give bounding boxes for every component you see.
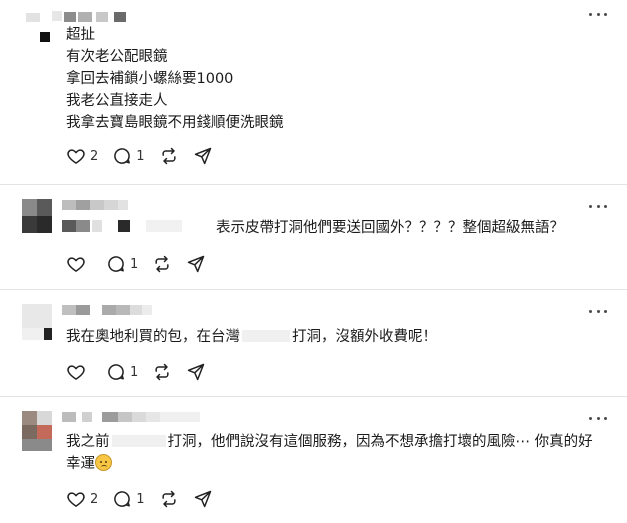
comment-icon <box>108 364 124 380</box>
action-bar: 1 <box>66 254 220 274</box>
share-icon <box>188 255 205 273</box>
comment-2: 表示皮帶打洞他們要送回國外？？？？整個超級無語？ 1 <box>0 185 627 289</box>
comment-text-a: 我在奧地利買的包，在台灣 <box>66 329 240 345</box>
share-icon <box>188 363 205 381</box>
repost-icon <box>155 255 169 273</box>
comment-line: 超扯 <box>66 27 95 43</box>
comment-text-c: 幸運 <box>66 456 95 472</box>
reply-count: 1 <box>130 364 139 380</box>
repost-button[interactable] <box>159 489 179 509</box>
heart-icon <box>67 257 85 272</box>
action-bar: 2 1 <box>66 146 227 166</box>
share-button[interactable] <box>193 489 213 509</box>
reply-button[interactable]: 1 <box>106 254 138 274</box>
username-pixelated <box>16 7 146 23</box>
heart-icon <box>67 149 85 164</box>
like-button[interactable] <box>66 362 86 382</box>
action-bar: 1 <box>66 362 220 382</box>
comment-icon <box>108 256 124 272</box>
like-count: 2 <box>90 491 99 507</box>
sad-face-emoji <box>95 454 112 471</box>
more-icon[interactable] <box>589 306 607 316</box>
repost-button[interactable] <box>152 254 172 274</box>
comment-line: 拿回去補鎖小螺絲要1000 <box>66 71 234 87</box>
like-count: 2 <box>90 148 99 164</box>
like-button[interactable] <box>66 254 86 274</box>
reply-count: 1 <box>136 491 145 507</box>
username-pixelated <box>62 198 182 232</box>
comment-text: 表示皮帶打洞他們要送回國外？？？？整個超級無語？ <box>216 220 564 236</box>
comment-1: 超扯 有次老公配眼鏡 拿回去補鎖小螺絲要1000 我老公直接走人 我拿去寶島眼鏡… <box>0 0 627 182</box>
comment-text: 我之前 打洞，他們說沒有這個服務，因為不想承擔打壞的風險⋯ 你真的好 幸運 <box>66 431 593 475</box>
comment-text: 超扯 有次老公配眼鏡 拿回去補鎖小螺絲要1000 我老公直接走人 我拿去寶島眼鏡… <box>66 24 284 134</box>
reply-count: 1 <box>136 148 145 164</box>
like-button[interactable]: 2 <box>66 489 98 509</box>
comment-4: 我之前 打洞，他們說沒有這個服務，因為不想承擔打壞的風險⋯ 你真的好 幸運 2 1 <box>0 397 627 523</box>
comment-text-a: 我之前 <box>66 434 110 450</box>
repost-button[interactable] <box>159 146 179 166</box>
avatar-pixelated <box>22 199 52 233</box>
share-button[interactable] <box>186 254 206 274</box>
share-icon <box>194 147 211 165</box>
comment-icon <box>114 491 131 507</box>
redacted-block <box>242 330 290 342</box>
comment-line: 幸運 <box>66 453 593 475</box>
reply-button[interactable]: 1 <box>112 489 145 509</box>
comment-line: 我拿去寶島眼鏡不用錢順便洗眼鏡 <box>66 115 284 131</box>
repost-button[interactable] <box>152 362 172 382</box>
avatar-pixelated <box>22 411 52 451</box>
avatar-pixelated <box>22 304 52 340</box>
action-bar: 2 1 <box>66 489 227 509</box>
comment-text-b: 打洞，他們說沒有這個服務，因為不想承擔打壞的風險⋯ 你真的好 <box>167 434 593 450</box>
repost-icon <box>155 363 169 381</box>
comment-3: 我在奧地利買的包，在台灣 打洞，沒額外收費呢！ 1 <box>0 290 627 394</box>
avatar-pixelated <box>40 32 50 42</box>
comment-text: 我在奧地利買的包，在台灣 打洞，沒額外收費呢！ <box>66 326 437 348</box>
comment-line: 我之前 打洞，他們說沒有這個服務，因為不想承擔打壞的風險⋯ 你真的好 <box>66 431 593 453</box>
reply-button[interactable]: 1 <box>106 362 138 382</box>
more-icon[interactable] <box>589 9 607 19</box>
more-icon[interactable] <box>589 201 607 211</box>
redacted-block <box>111 435 166 447</box>
reply-button[interactable]: 1 <box>112 146 145 166</box>
repost-icon <box>161 490 176 508</box>
comment-line: 有次老公配眼鏡 <box>66 49 168 65</box>
comment-text-b: 打洞，沒額外收費呢！ <box>292 329 437 345</box>
heart-icon <box>67 492 85 507</box>
share-button[interactable] <box>186 362 206 382</box>
comment-line: 我老公直接走人 <box>66 93 168 109</box>
more-icon[interactable] <box>589 413 607 423</box>
share-icon <box>194 490 211 508</box>
share-button[interactable] <box>193 146 213 166</box>
heart-icon <box>67 365 85 380</box>
comment-icon <box>114 148 131 164</box>
like-button[interactable]: 2 <box>66 146 98 166</box>
repost-icon <box>161 147 176 165</box>
reply-count: 1 <box>130 256 139 272</box>
